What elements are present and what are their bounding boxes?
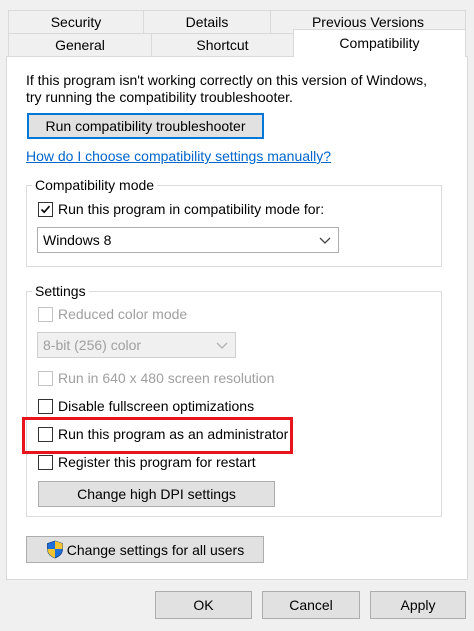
fullscreen-checkbox[interactable] <box>38 399 53 414</box>
intro-text: If this program isn't working correctly … <box>26 72 428 105</box>
tab-details[interactable]: Details <box>143 10 271 34</box>
color-depth-select[interactable]: 8-bit (256) color <box>37 332 236 358</box>
run-troubleshooter-button[interactable]: Run compatibility troubleshooter <box>27 113 264 139</box>
compatibility-mode-label[interactable]: Run this program in compatibility mode f… <box>58 201 324 217</box>
os-version-value: Windows 8 <box>43 232 112 248</box>
checkmark-icon <box>40 205 51 214</box>
tab-compatibility[interactable]: Compatibility <box>293 29 466 57</box>
uac-shield-icon <box>46 540 63 559</box>
apply-button[interactable]: Apply <box>370 591 466 619</box>
tab-shortcut[interactable]: Shortcut <box>151 33 294 57</box>
resolution-label: Run in 640 x 480 screen resolution <box>58 370 275 386</box>
color-depth-value: 8-bit (256) color <box>43 337 142 353</box>
run-as-admin-checkbox[interactable] <box>38 427 53 442</box>
resolution-checkbox[interactable] <box>38 371 53 386</box>
register-restart-checkbox[interactable] <box>38 455 53 470</box>
reduced-color-label: Reduced color mode <box>58 306 188 322</box>
help-link[interactable]: How do I choose compatibility settings m… <box>26 148 331 164</box>
chevron-down-icon <box>319 237 331 244</box>
compatibility-mode-checkbox[interactable] <box>38 202 53 217</box>
tab-general[interactable]: General <box>8 33 152 57</box>
change-all-users-label: Change settings for all users <box>66 541 245 558</box>
reduced-color-checkbox[interactable] <box>38 307 53 322</box>
change-all-users-button[interactable]: Change settings for all users <box>26 536 264 563</box>
run-as-admin-label[interactable]: Run this program as an administrator <box>58 426 288 442</box>
tab-security[interactable]: Security <box>8 10 144 34</box>
cancel-button[interactable]: Cancel <box>262 591 360 619</box>
os-version-select[interactable]: Windows 8 <box>37 227 339 253</box>
register-restart-label[interactable]: Register this program for restart <box>58 454 256 470</box>
chevron-down-icon <box>216 342 228 349</box>
change-dpi-button[interactable]: Change high DPI settings <box>38 481 275 507</box>
fullscreen-label[interactable]: Disable fullscreen optimizations <box>58 398 254 414</box>
ok-button[interactable]: OK <box>155 591 252 619</box>
